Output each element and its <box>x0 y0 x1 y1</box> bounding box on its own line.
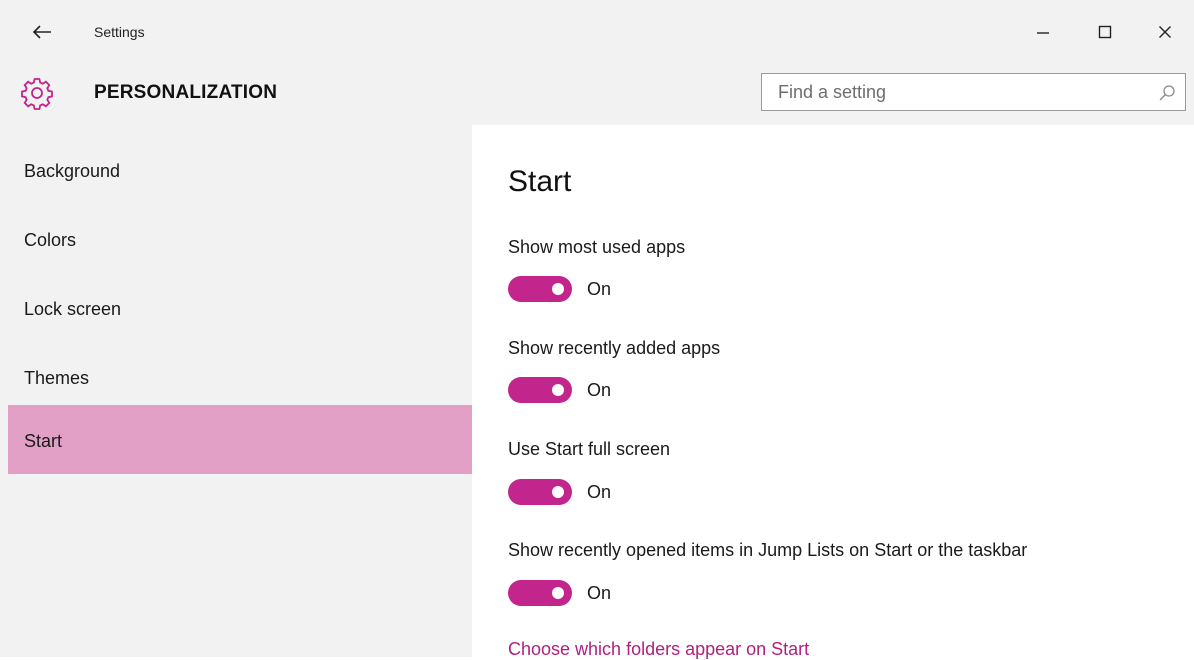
sidebar-item-label: Background <box>24 161 121 181</box>
sidebar-item-themes[interactable]: Themes <box>8 342 472 411</box>
toggle-most-used-apps[interactable] <box>508 276 572 302</box>
sidebar-item-label: Lock screen <box>24 299 122 319</box>
maximize-button[interactable] <box>1082 14 1128 50</box>
setting-label-full-screen: Use Start full screen <box>508 439 671 459</box>
main-content: Start Show most used apps On Show recent… <box>472 125 1194 659</box>
toggle-state-label: On <box>587 380 612 400</box>
toggle-knob <box>552 384 564 396</box>
sidebar-item-lock-screen[interactable]: Lock screen <box>8 273 472 342</box>
sidebar-item-start[interactable]: Start <box>8 405 472 474</box>
toggle-state-label: On <box>587 482 612 502</box>
toggle-state-label: On <box>587 279 612 299</box>
minimize-button[interactable] <box>1020 14 1066 50</box>
app-title: Settings <box>94 24 145 40</box>
search-box[interactable] <box>761 73 1186 111</box>
content-heading: Start <box>508 165 572 198</box>
toggle-knob <box>552 587 564 599</box>
toggle-knob <box>552 283 564 295</box>
sidebar-item-background[interactable]: Background <box>8 135 472 204</box>
close-button[interactable] <box>1142 14 1188 50</box>
back-arrow-icon <box>32 25 51 39</box>
setting-label-jump-lists: Show recently opened items in Jump Lists… <box>508 540 1028 560</box>
toggle-state-label: On <box>587 583 612 603</box>
sidebar: Background Colors Lock screen Themes Sta… <box>0 125 472 657</box>
toggle-recently-added-apps[interactable] <box>508 377 572 403</box>
sidebar-item-label: Themes <box>24 368 90 388</box>
minimize-icon <box>1037 32 1049 34</box>
maximize-icon <box>1098 25 1112 39</box>
page-title: PERSONALIZATION <box>94 82 278 103</box>
toggle-full-screen[interactable] <box>508 479 572 505</box>
sidebar-item-label: Colors <box>24 230 77 250</box>
toggle-knob <box>552 486 564 498</box>
sidebar-item-label: Start <box>24 431 63 451</box>
toggle-jump-lists[interactable] <box>508 580 572 606</box>
sidebar-item-colors[interactable]: Colors <box>8 204 472 273</box>
title-bar: Settings <box>0 0 1194 62</box>
gear-icon <box>21 78 53 110</box>
setting-label-recently-added-apps: Show recently added apps <box>508 338 721 358</box>
close-icon <box>1159 26 1171 38</box>
back-button[interactable] <box>22 14 62 50</box>
setting-label-most-used-apps: Show most used apps <box>508 237 686 257</box>
search-icon[interactable] <box>1157 83 1177 103</box>
section-header: PERSONALIZATION <box>0 62 1194 125</box>
search-input[interactable] <box>762 74 1142 110</box>
